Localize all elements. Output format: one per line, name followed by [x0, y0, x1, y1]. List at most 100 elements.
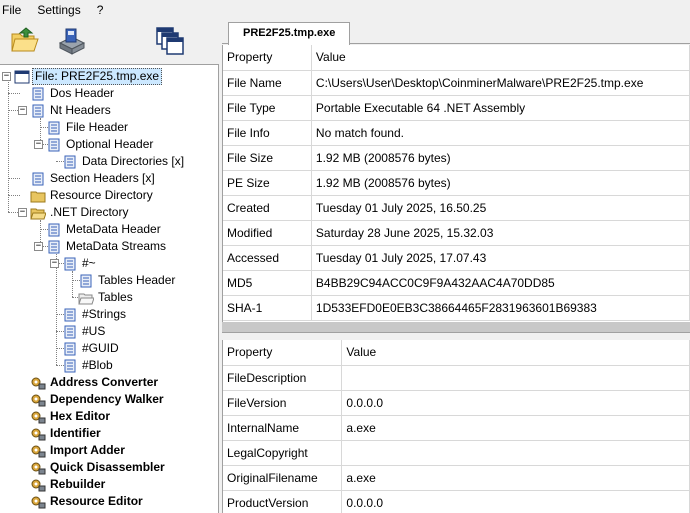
table-row[interactable]: File Size 1.92 MB (2008576 bytes): [223, 145, 690, 171]
table-row[interactable]: ProductVersion 0.0.0.0: [223, 490, 690, 513]
table-row[interactable]: File Type Portable Executable 64 .NET Ass…: [223, 95, 690, 121]
value-cell: Saturday 28 June 2025, 15.32.03: [311, 220, 690, 246]
file-info-grid: Property Value File Name C:\Users\User\De…: [222, 45, 690, 322]
table-row[interactable]: File Info No match found.: [223, 120, 690, 146]
gear-tool-icon: [31, 377, 46, 389]
document-icon: [64, 257, 76, 270]
tree-item-metadata-header[interactable]: MetaData Header: [46, 221, 163, 238]
tree-item-net-directory[interactable]: .NET Directory: [30, 204, 130, 221]
value-cell: C:\Users\User\Desktop\CoinminerMalware\P…: [311, 70, 690, 96]
document-icon: [64, 308, 76, 321]
table-row[interactable]: Created Tuesday 01 July 2025, 16.50.25: [223, 195, 690, 221]
gear-tool-icon: [31, 496, 46, 508]
document-icon: [32, 87, 44, 100]
tree-item-root[interactable]: File: PRE2F25.tmp.exe: [14, 68, 163, 85]
property-cell: OriginalFilename: [223, 465, 343, 491]
collapse-net-directory-icon[interactable]: −: [18, 208, 27, 217]
table-row[interactable]: FileDescription: [223, 365, 690, 391]
value-cell: Portable Executable 64 .NET Assembly: [311, 95, 690, 121]
tree-item-tables[interactable]: Tables: [78, 289, 135, 306]
document-icon: [64, 342, 76, 355]
table-row[interactable]: OriginalFilename a.exe: [223, 465, 690, 491]
folder-icon: [30, 191, 46, 202]
value-cell: 1.92 MB (2008576 bytes): [311, 145, 690, 171]
table-row[interactable]: Accessed Tuesday 01 July 2025, 17.07.43: [223, 245, 690, 271]
property-cell: FileDescription: [223, 365, 343, 391]
document-icon: [48, 240, 60, 253]
property-cell: SHA-1: [223, 295, 312, 321]
version-info-grid: Property Value FileDescription FileVersi…: [222, 340, 690, 513]
value-cell: 1D533EFD0E0EB3C38664465F2831963601B69383: [311, 295, 690, 321]
tree-item-nt-headers[interactable]: Nt Headers: [30, 102, 113, 119]
tree-item-file-header[interactable]: File Header: [46, 119, 130, 136]
tree-item-tilde[interactable]: #~: [62, 255, 98, 272]
property-cell: Created: [223, 195, 312, 221]
gear-tool-icon: [31, 479, 46, 491]
tree-item-address-converter[interactable]: Address Converter: [30, 374, 160, 391]
menu-file[interactable]: File: [0, 1, 29, 19]
table-row[interactable]: File Name C:\Users\User\Desktop\Coinminer…: [223, 70, 690, 96]
windows-cascade-icon[interactable]: [154, 25, 186, 57]
collapse-metadata-streams-icon[interactable]: −: [34, 242, 43, 251]
value-cell: a.exe: [341, 465, 690, 491]
property-cell: LegalCopyright: [223, 440, 343, 466]
tree-item-optional-header[interactable]: Optional Header: [46, 136, 155, 153]
tab-file[interactable]: PRE2F25.tmp.exe: [228, 22, 351, 45]
column-header-property[interactable]: Property: [223, 340, 343, 366]
tree-item-blob[interactable]: #Blob: [62, 357, 115, 374]
property-cell: File Size: [223, 145, 312, 171]
table-row[interactable]: InternalName a.exe: [223, 415, 690, 441]
tree-item-guid[interactable]: #GUID: [62, 340, 121, 357]
collapse-tilde-icon[interactable]: −: [50, 259, 59, 268]
table-row[interactable]: PE Size 1.92 MB (2008576 bytes): [223, 170, 690, 196]
column-header-value[interactable]: Value: [341, 340, 690, 366]
tree-item-dos-header[interactable]: Dos Header: [30, 85, 116, 102]
document-icon: [32, 104, 44, 117]
tree-item-tables-header[interactable]: Tables Header: [78, 272, 177, 289]
table-row[interactable]: LegalCopyright: [223, 440, 690, 466]
open-folder-icon[interactable]: [8, 25, 40, 57]
tree-item-strings[interactable]: #Strings: [62, 306, 128, 323]
tree-item-import-adder[interactable]: Import Adder: [30, 442, 127, 459]
column-header-property[interactable]: Property: [223, 45, 312, 71]
tab-strip: PRE2F25.tmp.exe: [222, 20, 690, 45]
property-cell: PE Size: [223, 170, 312, 196]
tree-item-hex-editor[interactable]: Hex Editor: [30, 408, 112, 425]
folder-open-icon: [30, 208, 46, 219]
property-cell: ProductVersion: [223, 490, 343, 513]
horizontal-splitter[interactable]: [222, 322, 690, 332]
property-cell: InternalName: [223, 415, 343, 441]
gear-tool-icon: [31, 394, 46, 406]
value-cell: [341, 365, 690, 391]
table-row[interactable]: SHA-1 1D533EFD0E0EB3C38664465F2831963601B…: [223, 295, 690, 321]
tree-item-us[interactable]: #US: [62, 323, 107, 340]
tree-item-metadata-streams[interactable]: MetaData Streams: [46, 238, 168, 255]
table-row[interactable]: Modified Saturday 28 June 2025, 15.32.03: [223, 220, 690, 246]
tree-item-section-headers[interactable]: Section Headers [x]: [30, 170, 157, 187]
table-row[interactable]: FileVersion 0.0.0.0: [223, 390, 690, 416]
tree-item-rebuilder[interactable]: Rebuilder: [30, 476, 107, 493]
property-cell: Accessed: [223, 245, 312, 271]
menu-help[interactable]: ?: [97, 1, 112, 19]
collapse-root-icon[interactable]: −: [2, 72, 11, 81]
value-cell: B4BB29C94ACC0C9F9A432AAC4A70DD85: [311, 270, 690, 296]
tree-item-dependency-walker[interactable]: Dependency Walker: [30, 391, 166, 408]
collapse-nt-headers-icon[interactable]: −: [18, 106, 27, 115]
document-icon: [48, 138, 60, 151]
value-cell: 0.0.0.0: [341, 490, 690, 513]
collapse-optional-header-icon[interactable]: −: [34, 140, 43, 149]
tree-item-identifier[interactable]: Identifier: [30, 425, 103, 442]
document-icon: [64, 325, 76, 338]
document-icon: [64, 359, 76, 372]
document-icon: [64, 155, 76, 168]
property-cell: File Info: [223, 120, 312, 146]
gear-tool-icon: [31, 445, 46, 457]
column-header-value[interactable]: Value: [311, 45, 690, 71]
tree-item-data-directories[interactable]: Data Directories [x]: [62, 153, 186, 170]
menu-settings[interactable]: Settings: [37, 1, 88, 19]
tree-item-resource-editor[interactable]: Resource Editor: [30, 493, 145, 510]
save-disk-icon[interactable]: [56, 25, 88, 57]
table-row[interactable]: MD5 B4BB29C94ACC0C9F9A432AAC4A70DD85: [223, 270, 690, 296]
tree-item-quick-disassembler[interactable]: Quick Disassembler: [30, 459, 167, 476]
tree-item-resource-directory[interactable]: Resource Directory: [30, 187, 155, 204]
